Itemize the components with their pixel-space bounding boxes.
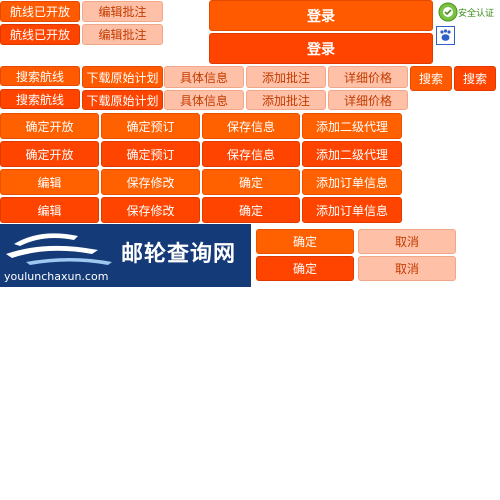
security-badge-icon: [438, 2, 458, 22]
confirm-button[interactable]: 确定: [256, 256, 354, 281]
save-info-button[interactable]: 保存信息: [202, 113, 300, 139]
route-open-button[interactable]: 航线已开放: [0, 24, 80, 45]
login-button[interactable]: 登录: [209, 33, 433, 64]
site-banner[interactable]: 邮轮查询网 youlunchaxun.com: [0, 224, 251, 287]
details-button[interactable]: 具体信息: [164, 90, 244, 110]
save-info-button[interactable]: 保存信息: [202, 141, 300, 167]
details-button[interactable]: 具体信息: [164, 66, 244, 88]
confirm-booking-button[interactable]: 确定预订: [101, 141, 200, 167]
add-note-button[interactable]: 添加批注: [246, 90, 326, 110]
add-order-button[interactable]: 添加订单信息: [302, 169, 402, 195]
edit-note-button[interactable]: 编辑批注: [82, 24, 163, 45]
search-route-button[interactable]: 搜索航线: [0, 66, 80, 86]
edit-button[interactable]: 编辑: [0, 169, 99, 195]
edit-note-button[interactable]: 编辑批注: [82, 1, 163, 22]
price-details-button[interactable]: 详细价格: [328, 90, 408, 110]
download-plan-button[interactable]: 下载原始计划: [82, 90, 163, 110]
search-button[interactable]: 搜索: [454, 66, 496, 91]
search-route-button[interactable]: 搜索航线: [0, 89, 80, 109]
download-plan-button[interactable]: 下载原始计划: [82, 66, 163, 88]
ship-wave-logo-icon: [6, 233, 112, 265]
site-name: 邮轮查询网: [121, 242, 237, 267]
confirm-button[interactable]: 确定: [202, 197, 300, 223]
edit-button[interactable]: 编辑: [0, 197, 99, 223]
save-changes-button[interactable]: 保存修改: [101, 169, 200, 195]
confirm-open-button[interactable]: 确定开放: [0, 113, 99, 139]
confirm-booking-button[interactable]: 确定预订: [101, 113, 200, 139]
add-agent-button[interactable]: 添加二级代理: [302, 113, 402, 139]
route-open-button[interactable]: 航线已开放: [0, 1, 80, 22]
security-cert-label: 安全认证: [458, 9, 495, 19]
cancel-button[interactable]: 取消: [358, 229, 456, 254]
add-order-button[interactable]: 添加订单信息: [302, 197, 402, 223]
confirm-button[interactable]: 确定: [202, 169, 300, 195]
security-cert-badge[interactable]: 安全认证: [437, 1, 499, 23]
search-button[interactable]: 搜索: [410, 66, 452, 91]
confirm-open-button[interactable]: 确定开放: [0, 141, 99, 167]
price-details-button[interactable]: 详细价格: [328, 66, 408, 88]
baidu-paw-icon: [440, 29, 451, 41]
login-button[interactable]: 登录: [209, 0, 433, 31]
add-note-button[interactable]: 添加批注: [246, 66, 326, 88]
baidu-link[interactable]: [436, 26, 455, 45]
cancel-button[interactable]: 取消: [358, 256, 456, 281]
add-agent-button[interactable]: 添加二级代理: [302, 141, 402, 167]
save-changes-button[interactable]: 保存修改: [101, 197, 200, 223]
confirm-button[interactable]: 确定: [256, 229, 354, 254]
site-domain: youlunchaxun.com: [4, 270, 109, 283]
